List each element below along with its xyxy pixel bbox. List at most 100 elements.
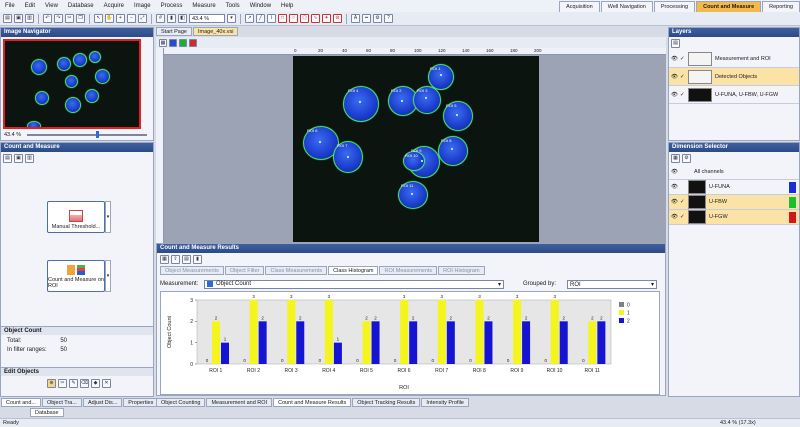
save-workflow-icon[interactable]: ▥: [25, 154, 34, 163]
left-panel-tab[interactable]: Adjust Dis...: [82, 398, 123, 407]
fit-icon[interactable]: ⤢: [138, 14, 147, 23]
layout-tab-processing[interactable]: Processing: [653, 1, 696, 12]
channel-row-u-fbw[interactable]: 👁 ✓ U-FBW: [669, 195, 799, 210]
export-icon[interactable]: ⇪: [171, 255, 180, 264]
center-panel-tab[interactable]: Measurement and ROI: [206, 398, 273, 407]
step1-dropdown-icon[interactable]: ▾: [105, 201, 111, 233]
layout-tab-reporting[interactable]: Reporting: [762, 1, 800, 12]
channel-blue-icon[interactable]: [169, 38, 177, 47]
histogram-icon[interactable]: ▮: [167, 14, 176, 23]
polyline-tool-icon[interactable]: ⌇: [267, 14, 276, 23]
layer-row[interactable]: 👁 ✓ U-FUNA, U-FBW, U-FGW: [669, 86, 799, 104]
navigator-zoom-slider[interactable]: [27, 134, 147, 136]
menu-file[interactable]: File: [0, 0, 20, 12]
image-grid-icon[interactable]: ▦: [159, 38, 167, 47]
center-panel-tab[interactable]: Object Tracking Results: [352, 398, 421, 407]
pointer-icon[interactable]: ↖: [94, 14, 103, 23]
delete-object-icon[interactable]: ✕: [102, 379, 111, 388]
manual-threshold-button[interactable]: Manual Threshold...: [47, 201, 105, 233]
zoom-out-icon[interactable]: −: [127, 14, 136, 23]
layout-tab-well-navigation[interactable]: Well Navigation: [600, 1, 653, 12]
merge-objects-icon[interactable]: ⊕: [47, 379, 56, 388]
freehand-roi-icon[interactable]: ∿: [311, 14, 320, 23]
open-workflow-icon[interactable]: ▣: [14, 154, 23, 163]
document-tab[interactable]: Image_40x.vsi: [193, 27, 239, 36]
eye-icon[interactable]: 👁: [671, 56, 678, 62]
layer-row[interactable]: 👁 ✓ Detected Objects: [669, 68, 799, 86]
chart-icon[interactable]: ▮: [193, 255, 202, 264]
eraser-icon[interactable]: ⌫: [80, 379, 89, 388]
checkmark-icon[interactable]: ✓: [680, 214, 685, 220]
results-tab-object-filter[interactable]: Object Filter: [224, 266, 265, 275]
print-icon[interactable]: ▥: [25, 14, 34, 23]
document-tab[interactable]: Start Page: [156, 27, 192, 36]
channel-green-icon[interactable]: [179, 38, 187, 47]
text-tool-icon[interactable]: A: [351, 14, 360, 23]
menu-window[interactable]: Window: [245, 0, 276, 12]
eye-icon[interactable]: 👁: [671, 184, 678, 190]
all-channels-row[interactable]: 👁 All channels: [669, 165, 799, 180]
rectangle-roi-icon[interactable]: □: [278, 14, 287, 23]
redo-icon[interactable]: ↷: [54, 14, 63, 23]
results-tab-class-measurements[interactable]: Class Measurements: [265, 266, 328, 275]
open-icon[interactable]: ▤: [3, 14, 12, 23]
results-tab-object-measurements[interactable]: Object Measurements: [160, 266, 224, 275]
zoom-dropdown-icon[interactable]: ▾: [227, 14, 236, 23]
results-tab-class-histogram[interactable]: Class Histogram: [328, 266, 379, 275]
scalebar-icon[interactable]: ━: [362, 14, 371, 23]
menu-edit[interactable]: Edit: [20, 0, 40, 12]
menu-measure[interactable]: Measure: [187, 0, 220, 12]
layer-row[interactable]: 👁 ✓ Measurement and ROI: [669, 50, 799, 68]
arrow-tool-icon[interactable]: ↗: [245, 14, 254, 23]
measurement-select[interactable]: Object Count ▾: [204, 279, 504, 289]
eye-icon[interactable]: 👁: [671, 199, 678, 205]
cut-icon[interactable]: ✂: [65, 14, 74, 23]
overlay-icon[interactable]: ◧: [178, 14, 187, 23]
step2-dropdown-icon[interactable]: ▾: [105, 260, 111, 292]
save-icon[interactable]: ▣: [14, 14, 23, 23]
menu-help[interactable]: Help: [276, 0, 298, 12]
left-panel-tab[interactable]: Properties: [123, 398, 159, 407]
channel-menu-icon[interactable]: ▦: [671, 154, 680, 163]
menu-view[interactable]: View: [40, 0, 63, 12]
menu-database[interactable]: Database: [63, 0, 99, 12]
center-panel-tab[interactable]: Intensity Profile: [421, 398, 469, 407]
copy-icon[interactable]: ❐: [76, 14, 85, 23]
workbook-icon[interactable]: ▤: [182, 255, 191, 264]
channel-color-swatch[interactable]: [789, 181, 796, 193]
checkmark-icon[interactable]: ✓: [680, 74, 685, 80]
split-objects-icon[interactable]: ✂: [58, 379, 67, 388]
center-panel-tab[interactable]: Object Counting: [156, 398, 206, 407]
polygon-roi-icon[interactable]: ⬠: [300, 14, 309, 23]
zoom-in-icon[interactable]: +: [116, 14, 125, 23]
layout-tab-acquisition[interactable]: Acquisition: [559, 1, 600, 12]
new-workflow-icon[interactable]: ▤: [3, 154, 12, 163]
count-measure-roi-button[interactable]: Count and Measure on ROI: [47, 260, 105, 292]
checkmark-icon[interactable]: ✓: [680, 199, 685, 205]
database-tab[interactable]: Database: [30, 408, 64, 417]
menu-tools[interactable]: Tools: [221, 0, 245, 12]
grouped-select[interactable]: ROI ▾: [567, 279, 657, 289]
checkmark-icon[interactable]: ✓: [680, 56, 685, 62]
eye-icon[interactable]: 👁: [671, 74, 678, 80]
eye-icon[interactable]: 👁: [671, 92, 678, 98]
eye-icon[interactable]: 👁: [671, 169, 678, 175]
ellipse-roi-icon[interactable]: ○: [289, 14, 298, 23]
menu-process[interactable]: Process: [156, 0, 188, 12]
line-tool-icon[interactable]: ╱: [256, 14, 265, 23]
layers-menu-icon[interactable]: ▤: [671, 39, 680, 48]
eye-icon[interactable]: 👁: [671, 214, 678, 220]
channel-color-swatch[interactable]: [789, 196, 796, 208]
left-panel-tab[interactable]: Count and...: [1, 398, 41, 407]
pencil-icon[interactable]: ✎: [69, 379, 78, 388]
left-panel-tab[interactable]: Object Tra...: [41, 398, 82, 407]
navigator-zoom-thumb[interactable]: [96, 131, 99, 138]
navigator-thumbnail[interactable]: [3, 39, 141, 129]
settings-icon[interactable]: ⚙: [373, 14, 382, 23]
help-icon[interactable]: ?: [384, 14, 393, 23]
channel-settings-icon[interactable]: ⚙: [682, 154, 691, 163]
channel-row-u-fgw[interactable]: 👁 ✓ U-FGW: [669, 210, 799, 225]
channel-row-u-funa[interactable]: 👁 U-FUNA: [669, 180, 799, 195]
results-tab-roi-measurements[interactable]: ROI Measurements: [379, 266, 438, 275]
channel-color-swatch[interactable]: [789, 211, 796, 223]
